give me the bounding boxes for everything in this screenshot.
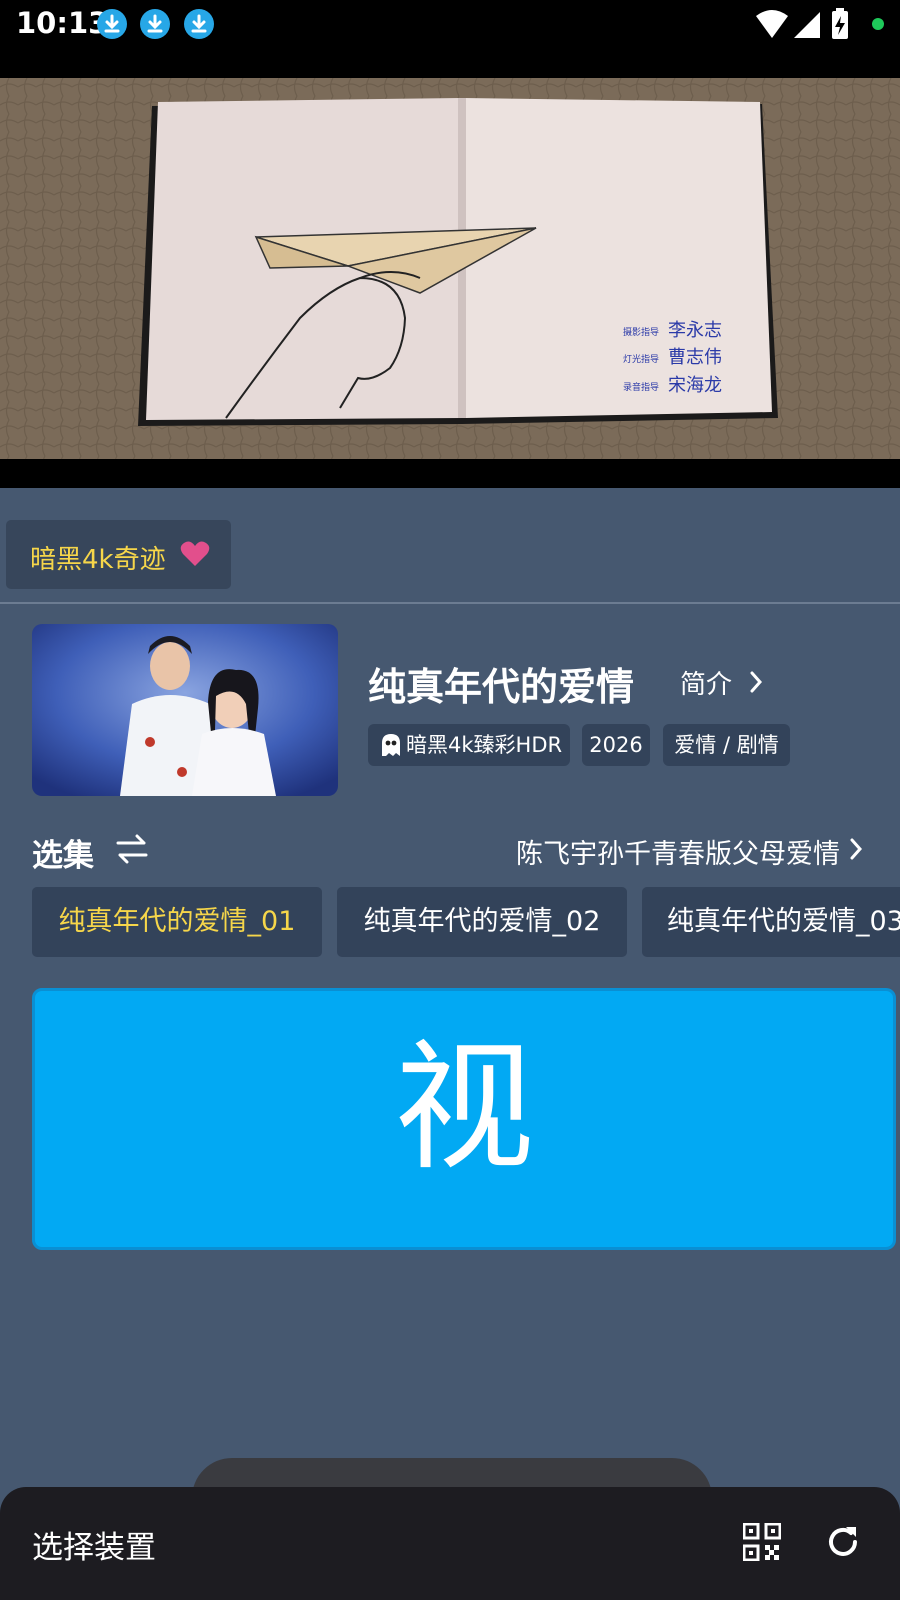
video-credits: 摄影指导 李永志 灯光指导 曹志伟 录音指导 宋海龙 [623, 320, 722, 396]
year-chip: 2026 [582, 724, 650, 766]
chevron-right-icon[interactable] [748, 670, 764, 694]
episode-item[interactable]: 纯真年代的爱情_02 [337, 887, 627, 957]
source-tab-label: 暗黑4k奇迹 [30, 545, 166, 575]
episode-item[interactable]: 纯真年代的爱情_03 [642, 887, 900, 957]
episodes-label: 选集 [32, 838, 94, 874]
episode-list[interactable]: 纯真年代的爱情_01 纯真年代的爱情_02 纯真年代的爱情_03 [32, 887, 900, 957]
video-scene: 摄影指导 李永志 灯光指导 曹志伟 录音指导 宋海龙 [0, 78, 900, 459]
genre-chip: 爱情 / 剧情 [663, 724, 790, 766]
status-time: 10:13 [16, 6, 109, 40]
ghost-icon [382, 734, 400, 756]
svg-text:录音指导: 录音指导 [623, 381, 659, 393]
poster-image[interactable] [32, 624, 338, 796]
svg-text:灯光指导: 灯光指导 [623, 353, 659, 365]
intro-link[interactable]: 简介 [680, 664, 732, 701]
refresh-icon[interactable] [824, 1523, 862, 1561]
episode-item[interactable]: 纯真年代的爱情_01 [32, 887, 322, 957]
svg-text:摄影指导: 摄影指导 [623, 326, 659, 338]
play-button-label: 视 [393, 1027, 534, 1190]
svg-text:李永志: 李永志 [668, 320, 722, 341]
device-picker-sheet: 选择装置 [0, 1487, 900, 1600]
source-chip-label: 暗黑4k臻彩HDR [406, 733, 563, 757]
video-frame[interactable]: 摄影指导 李永志 灯光指导 曹志伟 录音指导 宋海龙 [0, 78, 900, 459]
status-bar: 10:13 [0, 0, 900, 78]
status-right-icons [756, 8, 884, 39]
video-player[interactable]: 摄影指导 李永志 灯光指导 曹志伟 录音指导 宋海龙 [0, 78, 900, 488]
svg-text:曹志伟: 曹志伟 [668, 347, 722, 368]
download-icon [140, 9, 170, 39]
qr-code-icon[interactable] [743, 1523, 781, 1561]
source-chip: 暗黑4k臻彩HDR [368, 724, 570, 766]
dot-indicator [872, 18, 884, 30]
related-series-link[interactable]: 陈飞宇孙千青春版父母爱情 [516, 832, 840, 871]
page-title: 纯真年代的爱情 [368, 665, 635, 709]
heart-icon [180, 541, 210, 566]
download-icon [184, 9, 214, 39]
download-icon [97, 9, 127, 39]
wifi-icon [756, 10, 788, 38]
signal-icon [794, 12, 820, 38]
sheet-title: 选择装置 [32, 1530, 156, 1566]
svg-text:宋海龙: 宋海龙 [668, 375, 722, 396]
swap-icon[interactable] [115, 834, 149, 864]
source-tab[interactable]: 暗黑4k奇迹 [6, 520, 231, 589]
divider [0, 602, 900, 604]
chevron-right-icon[interactable] [848, 837, 864, 861]
battery-charging-icon [832, 8, 848, 39]
play-button[interactable]: 视 [32, 988, 896, 1250]
